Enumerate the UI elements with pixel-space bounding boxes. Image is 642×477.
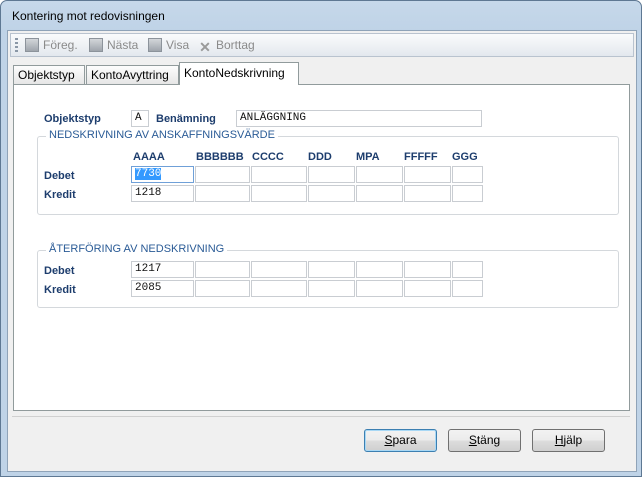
toolbar: Föreg. Nästa Visa ✕ Borttag	[10, 33, 634, 57]
aterforing-group: ÅTERFÖRING AV NEDSKRIVNING	[37, 243, 619, 308]
document-icon	[25, 38, 39, 52]
previous-label: Föreg.	[43, 38, 78, 52]
group1-debet-field-3[interactable]	[251, 166, 307, 183]
title-bar[interactable]: Kontering mot redovisningen	[1, 1, 641, 29]
group2-kredit-field-2[interactable]	[195, 280, 250, 297]
group1-debet-field-6[interactable]	[404, 166, 451, 183]
objektstyp-label: Objektstyp	[44, 113, 101, 125]
close-mnemonic: S	[468, 433, 477, 447]
nedskrivning-group-title: NEDSKRIVNING AV ANSKAFFNINGSVÄRDE	[46, 129, 278, 141]
column-header: AAAA	[133, 151, 165, 163]
delete-x-icon: ✕	[199, 39, 211, 55]
window-title: Kontering mot redovisningen	[12, 9, 165, 23]
next-label: Nästa	[107, 38, 139, 52]
view-button[interactable]: Visa	[148, 37, 189, 53]
dialog-window: Kontering mot redovisningen Föreg. Nästa…	[0, 0, 642, 477]
group1-debet-field-7[interactable]	[452, 166, 483, 183]
group2-kredit-field-7[interactable]	[452, 280, 483, 297]
group2-kredit-field-5[interactable]	[356, 280, 403, 297]
help-button[interactable]: Hjälp	[532, 429, 605, 452]
group1-debet-field-1[interactable]: 7730	[131, 166, 194, 183]
tab-kontoavyttring[interactable]: KontoAvyttring	[86, 65, 179, 84]
group2-debet-field-2[interactable]	[195, 261, 250, 278]
document-icon	[148, 38, 162, 52]
group1-kredit-field-5[interactable]	[356, 185, 403, 202]
group1-kredit-field-1[interactable]: 1218	[131, 185, 194, 202]
save-label: para	[392, 433, 417, 447]
group2-debet-field-1[interactable]: 1217	[131, 261, 194, 278]
tab-objektstyp[interactable]: Objektstyp	[13, 65, 85, 84]
dialog-client-area: Föreg. Nästa Visa ✕ Borttag Objektstyp Ko…	[7, 30, 637, 472]
group2-kredit-label: Kredit	[44, 284, 76, 296]
group2-kredit-field-3[interactable]	[251, 280, 307, 297]
objektstyp-field[interactable]: A	[131, 110, 149, 127]
group1-debet-field-4[interactable]	[308, 166, 355, 183]
tab-panel: Objektstyp A Benämning ANLÄGGNING NEDSKR…	[13, 84, 630, 411]
group2-debet-label: Debet	[44, 265, 75, 277]
help-label: jälp	[563, 433, 583, 447]
aterforing-group-title: ÅTERFÖRING AV NEDSKRIVNING	[46, 243, 228, 255]
group2-debet-field-3[interactable]	[251, 261, 307, 278]
selected-text: 7730	[135, 168, 162, 180]
group1-debet-field-5[interactable]	[356, 166, 403, 183]
group2-debet-field-5[interactable]	[356, 261, 403, 278]
group2-kredit-field-4[interactable]	[308, 280, 355, 297]
group1-kredit-label: Kredit	[44, 189, 76, 201]
group1-debet-label: Debet	[44, 170, 75, 182]
document-icon	[89, 38, 103, 52]
group1-kredit-field-2[interactable]	[195, 185, 250, 202]
column-header: DDD	[308, 151, 332, 163]
group1-kredit-field-6[interactable]	[404, 185, 451, 202]
group2-kredit-field-1[interactable]: 2085	[131, 280, 194, 297]
previous-button[interactable]: Föreg.	[25, 37, 78, 53]
delete-button[interactable]: ✕ Borttag	[198, 37, 255, 55]
group1-debet-field-2[interactable]	[195, 166, 250, 183]
column-header: FFFFF	[404, 151, 438, 163]
toolbar-grip[interactable]	[15, 38, 18, 52]
benamning-field[interactable]: ANLÄGGNING	[236, 110, 482, 127]
button-separator	[12, 416, 630, 417]
group1-kredit-field-4[interactable]	[308, 185, 355, 202]
group1-kredit-field-3[interactable]	[251, 185, 307, 202]
close-button[interactable]: Stäng	[448, 429, 521, 452]
save-button[interactable]: Spara	[364, 429, 437, 452]
view-label: Visa	[166, 38, 190, 52]
group2-debet-field-7[interactable]	[452, 261, 483, 278]
benamning-label: Benämning	[156, 113, 216, 125]
column-header: MPA	[356, 151, 380, 163]
column-header: CCCC	[252, 151, 284, 163]
group1-kredit-field-7[interactable]	[452, 185, 483, 202]
tab-kontonedskrivning[interactable]: KontoNedskrivning	[179, 62, 299, 85]
close-label: täng	[476, 433, 501, 447]
next-button[interactable]: Nästa	[89, 37, 138, 53]
group2-kredit-field-6[interactable]	[404, 280, 451, 297]
group2-debet-field-4[interactable]	[308, 261, 355, 278]
column-header: BBBBBB	[196, 151, 244, 163]
column-header: GGG	[452, 151, 478, 163]
group2-debet-field-6[interactable]	[404, 261, 451, 278]
delete-label: Borttag	[216, 38, 255, 52]
